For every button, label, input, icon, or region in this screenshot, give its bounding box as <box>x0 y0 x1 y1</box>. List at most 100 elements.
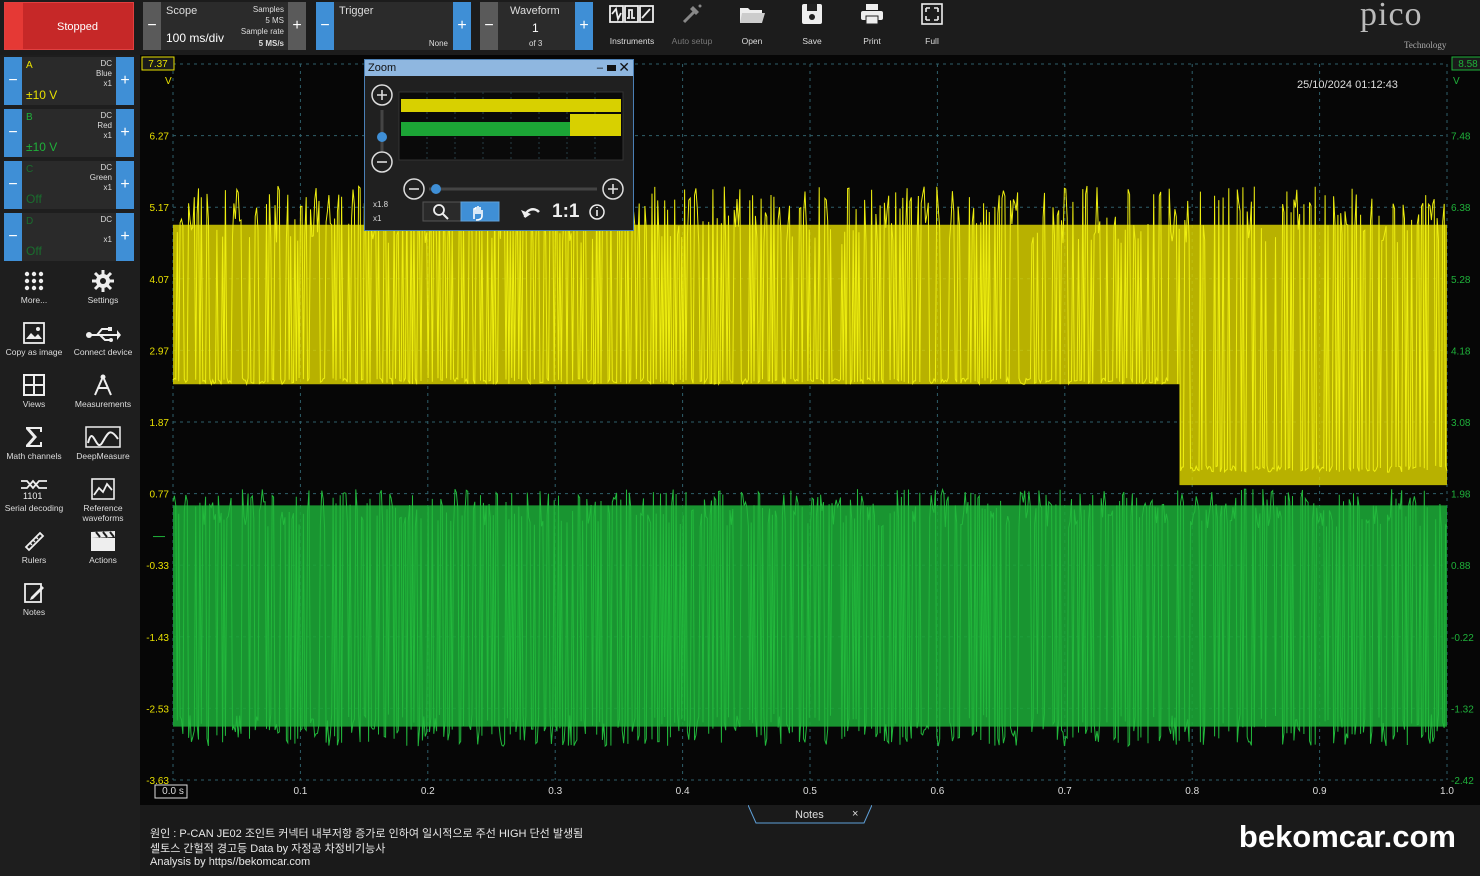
right-axis-tick-label: 6.38 <box>1451 203 1471 214</box>
right-axis-tick-label: -2.42 <box>1451 776 1474 787</box>
left-axis-tick-label: 0.77 <box>150 490 170 501</box>
channel-range[interactable]: ±10 V <box>26 88 57 102</box>
zoom-preview-channel-b <box>401 122 591 136</box>
zoom-vertical-slider-handle[interactable] <box>377 132 387 142</box>
channel-c-panel[interactable]: − C DC Green x1 Off + <box>4 161 134 209</box>
zoom-minimize-button[interactable]: – <box>597 60 603 76</box>
x-axis-tick-label: 0.4 <box>676 786 690 797</box>
channel-letter: B <box>26 112 33 123</box>
tool-label: DeepMeasure <box>76 451 130 461</box>
left-axis-tick-label: -1.43 <box>146 633 169 644</box>
zoom-overview-window[interactable]: Zoom – ✕ x1.8 x1 1:1 <box>364 59 634 231</box>
left-axis-tick-label: 4.07 <box>150 275 170 286</box>
channel-range-minus-button[interactable]: − <box>4 109 22 157</box>
auto-setup-button[interactable]: Auto setup <box>665 2 719 48</box>
tool-label: Views <box>22 399 46 409</box>
trigger-minus-button[interactable]: − <box>316 2 334 50</box>
open-button[interactable]: Open <box>725 2 779 48</box>
zoom-overview-svg[interactable] <box>365 76 633 230</box>
waveform-index: 1 <box>532 21 539 35</box>
waveform-prev-button[interactable]: − <box>480 2 498 50</box>
full-button[interactable]: Full <box>905 2 959 48</box>
instruments-button[interactable]: Instruments <box>605 2 659 48</box>
channel-range[interactable]: Off <box>26 192 42 206</box>
image-icon <box>1 317 67 345</box>
right-axis-tick-label: 7.48 <box>1451 132 1471 143</box>
trigger-mode[interactable]: None <box>429 39 448 48</box>
channel-range-minus-button[interactable]: − <box>4 57 22 105</box>
tool-more[interactable]: More... <box>1 265 67 305</box>
tool-deepmeasure[interactable]: DeepMeasure <box>70 421 136 461</box>
trigger-plus-button[interactable]: + <box>453 2 471 50</box>
channel-range-plus-button[interactable]: + <box>116 213 134 261</box>
notes-close-icon[interactable]: × <box>852 808 858 820</box>
left-axis-tick-label: 5.17 <box>150 203 170 214</box>
open-label: Open <box>741 36 763 46</box>
timebase-minus-button[interactable]: − <box>143 2 161 50</box>
tool-math-channels[interactable]: Math channels <box>1 421 67 461</box>
reference-waveforms-icon <box>70 473 136 501</box>
zoom-title: Zoom <box>368 62 397 74</box>
channel-d-panel[interactable]: − D DC x1 Off + <box>4 213 134 261</box>
right-axis-unit: V <box>1453 76 1460 87</box>
tool-measurements[interactable]: Measurements <box>70 369 136 409</box>
channel-range[interactable]: ±10 V <box>26 140 57 154</box>
channel-a-panel[interactable]: − A DC Blue x1 ±10 V + <box>4 57 134 105</box>
scope-plot-area[interactable]: 7.37 6.27 5.17 4.07 2.97 1.87 0.77 -0.33 -1.43 -2… <box>140 55 1480 805</box>
channel-range-plus-button[interactable]: + <box>116 57 134 105</box>
channel-range-plus-button[interactable]: + <box>116 161 134 209</box>
trigger-label: Trigger <box>339 5 374 17</box>
zoom-preview-channel-a-fault <box>570 114 621 136</box>
tool-copy-as-image[interactable]: Copy as image <box>1 317 67 357</box>
left-axis-unit: V <box>165 76 172 87</box>
right-axis-tick-label: 5.28 <box>1451 275 1471 286</box>
timestamp: 25/10/2024 01:12:43 <box>1297 79 1398 91</box>
views-grid-icon <box>1 369 67 397</box>
trigger-group: − Trigger None + <box>316 2 471 50</box>
zoom-horizontal-slider-handle[interactable] <box>431 184 441 194</box>
zoom-ratio-button[interactable]: 1:1 <box>552 201 579 223</box>
tool-notes[interactable]: Notes <box>1 577 67 617</box>
tool-rulers[interactable]: Rulers <box>1 525 67 565</box>
channel-letter: A <box>26 60 33 71</box>
tool-actions[interactable]: Actions <box>70 525 136 565</box>
gear-icon <box>70 265 136 293</box>
timebase-plus-button[interactable]: + <box>288 2 306 50</box>
tool-serial-decoding[interactable]: 1101 Serial decoding <box>1 473 67 513</box>
channel-probe: x1 <box>103 235 112 244</box>
channel-coupling: DC <box>100 111 112 120</box>
x-axis-tick-label: 0.9 <box>1313 786 1327 797</box>
channel-b-panel[interactable]: − B DC Red x1 ±10 V + <box>4 109 134 157</box>
scope-plot-svg[interactable]: 7.37 6.27 5.17 4.07 2.97 1.87 0.77 -0.33 -1.43 -2… <box>140 55 1480 805</box>
x-axis-tick-label: 0.7 <box>1058 786 1072 797</box>
zoom-maximize-button[interactable] <box>607 65 616 71</box>
channel-color-name: Green <box>89 173 112 182</box>
stop-button[interactable]: Stopped <box>4 2 134 50</box>
instruments-icon <box>609 5 654 23</box>
tool-connect-device[interactable]: Connect device <box>70 317 136 357</box>
tool-reference-waveforms[interactable]: Reference waveforms <box>70 473 136 523</box>
zoom-close-button[interactable]: ✕ <box>618 59 630 75</box>
print-button[interactable]: Print <box>845 2 899 48</box>
zoom-magnifier-button[interactable] <box>422 201 462 222</box>
channel-range-minus-button[interactable]: − <box>4 161 22 209</box>
zoom-h-plus-icon <box>608 184 618 194</box>
tool-label: Notes <box>22 607 46 617</box>
x-axis-tick-label: 0.3 <box>548 786 562 797</box>
zoom-titlebar[interactable]: Zoom – ✕ <box>365 59 633 76</box>
save-button[interactable]: Save <box>785 2 839 48</box>
notes-tab[interactable]: Notes × <box>748 805 872 825</box>
grid-dots-icon <box>1 265 67 293</box>
channel-range-plus-button[interactable]: + <box>116 109 134 157</box>
tool-settings[interactable]: Settings <box>70 265 136 305</box>
timebase-value[interactable]: 100 ms/div <box>166 31 224 45</box>
sample-rate-label: Sample rate <box>240 27 284 36</box>
tool-label: More... <box>20 295 48 305</box>
tool-views[interactable]: Views <box>1 369 67 409</box>
right-axis-tick-label: 4.18 <box>1451 346 1471 357</box>
waveform-next-button[interactable]: + <box>575 2 593 50</box>
left-axis-tick-label: 6.27 <box>150 132 170 143</box>
channel-range[interactable]: Off <box>26 244 42 258</box>
tool-label: Serial decoding <box>4 503 64 513</box>
channel-range-minus-button[interactable]: − <box>4 213 22 261</box>
